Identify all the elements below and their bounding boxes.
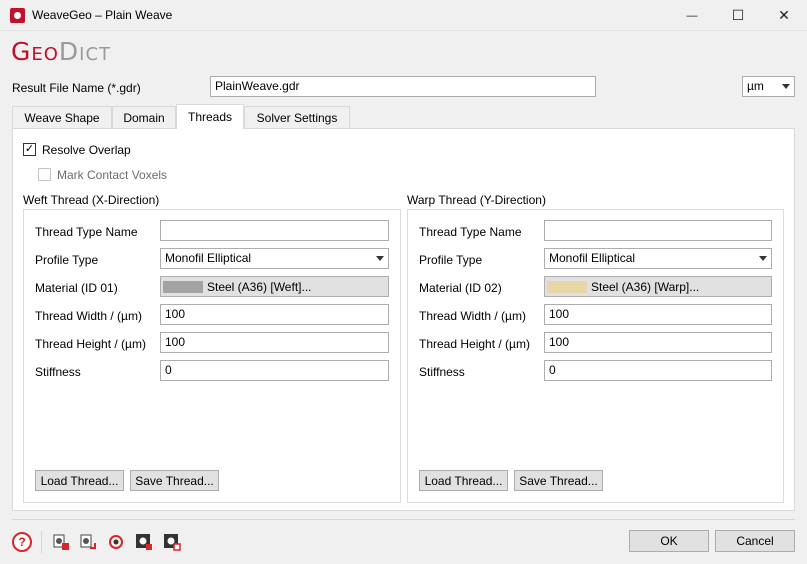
weft-width-input[interactable]: 100 [160, 304, 389, 325]
logo-geo: Geo [11, 37, 59, 66]
weft-profile-value: Monofil Elliptical [165, 251, 252, 265]
maximize-icon: ☐ [731, 7, 745, 23]
help-button[interactable]: ? [12, 532, 32, 552]
close-icon: ✕ [778, 7, 790, 23]
warp-height-label: Thread Height / (µm) [419, 337, 530, 351]
tab-weave-shape[interactable]: Weave Shape [12, 106, 112, 128]
weft-profile-label: Profile Type [35, 253, 99, 267]
cancel-button[interactable]: Cancel [715, 530, 795, 552]
minimize-button[interactable]: — [669, 0, 715, 31]
gear-run-icon [164, 534, 181, 551]
warp-type-name-input[interactable] [544, 220, 772, 241]
warp-load-thread-button[interactable]: Load Thread... [419, 470, 508, 491]
warp-width-input[interactable]: 100 [544, 304, 772, 325]
warp-material-label: Material (ID 02) [419, 281, 502, 295]
weft-type-name-label: Thread Type Name [35, 225, 138, 239]
tab-solver-settings[interactable]: Solver Settings [244, 106, 350, 128]
warp-height-input[interactable]: 100 [544, 332, 772, 353]
save-settings-icon [53, 534, 69, 550]
warp-material-swatch [547, 280, 587, 293]
warp-group-title: Warp Thread (Y-Direction) [407, 193, 546, 207]
chevron-down-icon [782, 84, 790, 89]
warp-material-button[interactable]: Steel (A36) [Warp]... [544, 276, 772, 297]
chevron-down-icon [376, 256, 384, 261]
warp-width-label: Thread Width / (µm) [419, 309, 526, 323]
result-file-input[interactable]: PlainWeave.gdr [210, 76, 596, 97]
reset-settings-icon [109, 535, 123, 549]
geodict-logo: GeoDict [11, 37, 111, 66]
app-icon [10, 8, 25, 23]
weft-type-name-input[interactable] [160, 220, 389, 241]
reset-settings-button[interactable] [107, 533, 125, 551]
ok-button[interactable]: OK [629, 530, 709, 552]
weft-material-label: Material (ID 01) [35, 281, 118, 295]
result-file-label: Result File Name (*.gdr) [12, 81, 141, 95]
resolve-overlap-checkbox[interactable]: ✓ [23, 143, 36, 156]
minimize-icon: — [686, 9, 698, 22]
weft-save-thread-button[interactable]: Save Thread... [130, 470, 219, 491]
warp-profile-label: Profile Type [419, 253, 483, 267]
save-settings-button[interactable] [52, 533, 70, 551]
weft-group-title: Weft Thread (X-Direction) [23, 193, 160, 207]
weft-profile-select[interactable]: Monofil Elliptical [160, 248, 389, 269]
weft-height-input[interactable]: 100 [160, 332, 389, 353]
weft-material-swatch [163, 280, 203, 293]
tab-domain[interactable]: Domain [112, 106, 176, 128]
maximize-button[interactable]: ☐ [715, 0, 761, 31]
load-settings-icon [80, 534, 96, 549]
weft-material-button[interactable]: Steel (A36) [Weft]... [160, 276, 389, 297]
logo-dict: Dict [58, 37, 112, 66]
load-settings-button[interactable] [79, 533, 97, 551]
macro-record-button[interactable] [135, 533, 153, 551]
warp-save-thread-button[interactable]: Save Thread... [514, 470, 603, 491]
warp-stiffness-label: Stiffness [419, 365, 465, 379]
window-title: WeaveGeo – Plain Weave [32, 8, 173, 22]
help-icon: ? [18, 535, 26, 549]
toolbar-separator [41, 531, 42, 553]
close-window-button[interactable]: ✕ [761, 0, 807, 31]
warp-stiffness-input[interactable]: 0 [544, 360, 772, 381]
footer-separator [12, 519, 795, 520]
macro-run-button[interactable] [163, 533, 181, 551]
weft-width-label: Thread Width / (µm) [35, 309, 142, 323]
warp-type-name-label: Thread Type Name [419, 225, 522, 239]
resolve-overlap-label: Resolve Overlap [42, 143, 131, 157]
warp-material-value: Steel (A36) [Warp]... [591, 279, 700, 294]
unit-select[interactable]: µm [742, 76, 795, 97]
weft-stiffness-label: Stiffness [35, 365, 81, 379]
weft-material-value: Steel (A36) [Weft]... [207, 279, 312, 294]
weft-load-thread-button[interactable]: Load Thread... [35, 470, 124, 491]
warp-profile-value: Monofil Elliptical [549, 251, 636, 265]
chevron-down-icon [759, 256, 767, 261]
mark-contact-voxels-checkbox[interactable] [38, 168, 51, 181]
unit-select-value: µm [747, 79, 764, 93]
gear-icon [136, 534, 152, 550]
mark-contact-voxels-label: Mark Contact Voxels [57, 168, 168, 182]
tab-threads[interactable]: Threads [176, 104, 244, 129]
warp-profile-select[interactable]: Monofil Elliptical [544, 248, 772, 269]
weft-stiffness-input[interactable]: 0 [160, 360, 389, 381]
weft-height-label: Thread Height / (µm) [35, 337, 146, 351]
